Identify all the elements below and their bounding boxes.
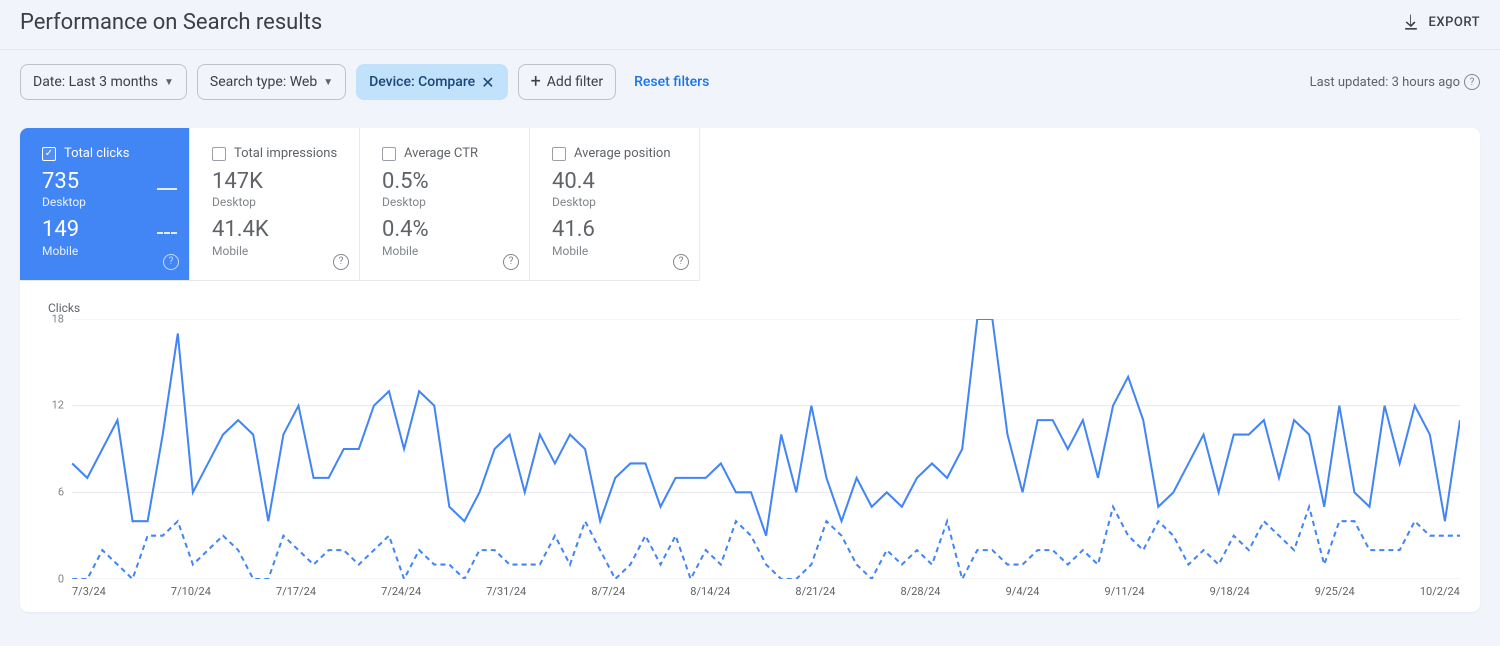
metric-value: 0.5%	[382, 169, 515, 195]
help-icon[interactable]: ?	[673, 254, 689, 270]
metric-tab[interactable]: Average CTR 0.5%Desktop 0.4%Mobile?	[360, 128, 530, 281]
chart-xtick: 9/25/24	[1315, 585, 1355, 598]
chart-xtick: 7/17/24	[276, 585, 316, 598]
metric-value: 0.4%	[382, 217, 515, 243]
metric-sublabel: Desktop	[552, 195, 685, 209]
reset-filters[interactable]: Reset filters	[634, 74, 709, 90]
filter-date[interactable]: Date: Last 3 months ▼	[20, 64, 187, 100]
filter-search-type[interactable]: Search type: Web ▼	[197, 64, 346, 100]
chart-ytick: 12	[44, 399, 64, 412]
chart-xtick: 8/21/24	[795, 585, 835, 598]
metric-tab[interactable]: Total clicks 735Desktop 149Mobile?	[20, 128, 190, 281]
metric-sublabel: Mobile	[382, 244, 515, 258]
metric-tab[interactable]: Average position 40.4Desktop 41.6Mobile?	[530, 128, 700, 281]
metric-sublabel: Desktop	[42, 195, 175, 209]
metric-value: 149	[42, 217, 175, 243]
checkbox-icon	[382, 147, 396, 161]
metrics-row: Total clicks735Desktop149Mobile?Total im…	[20, 128, 1480, 281]
metric-label: Average CTR	[404, 146, 478, 161]
checkbox-icon	[42, 147, 56, 161]
chart-xtick: 7/3/24	[72, 585, 106, 598]
checkbox-icon	[212, 147, 226, 161]
chart-series-mobile	[72, 507, 1460, 579]
chart-ytick: 0	[44, 572, 64, 585]
last-updated: Last updated: 3 hours ago ?	[1310, 74, 1480, 90]
chart-xtick: 7/31/24	[486, 585, 526, 598]
metric-value: 735	[42, 169, 175, 195]
chart-xtick: 7/10/24	[171, 585, 211, 598]
filters-group: Date: Last 3 months ▼ Search type: Web ▼…	[20, 64, 709, 100]
filters-row: Date: Last 3 months ▼ Search type: Web ▼…	[0, 50, 1500, 104]
chart-xtick: 9/11/24	[1105, 585, 1145, 598]
metric-value: 147K	[212, 169, 345, 195]
filter-device[interactable]: Device: Compare ✕	[356, 64, 507, 100]
export-label: EXPORT	[1429, 15, 1480, 30]
metric-value: 41.4K	[212, 217, 345, 243]
metric-sublabel: Mobile	[42, 244, 175, 258]
chart-series-desktop	[72, 319, 1460, 536]
metric-sublabel: Desktop	[382, 195, 515, 209]
metric-value: 41.6	[552, 217, 685, 243]
chart-ylabel: Clicks	[48, 301, 1460, 315]
plus-icon: +	[531, 73, 541, 91]
chart-canvas: 061218	[48, 319, 1460, 579]
close-icon[interactable]: ✕	[481, 73, 494, 92]
caret-down-icon: ▼	[323, 77, 333, 88]
chart-xtick: 9/4/24	[1006, 585, 1040, 598]
main-card: Total clicks735Desktop149Mobile?Total im…	[20, 128, 1480, 612]
add-filter-button[interactable]: + Add filter	[518, 64, 617, 100]
metric-label: Total impressions	[234, 146, 337, 161]
caret-down-icon: ▼	[164, 77, 174, 88]
metric-sublabel: Mobile	[552, 244, 685, 258]
download-icon	[1401, 13, 1421, 33]
chart-xtick: 8/14/24	[690, 585, 730, 598]
page-title: Performance on Search results	[20, 10, 322, 35]
chart-xtick: 8/28/24	[901, 585, 941, 598]
chart-xtick: 10/2/24	[1420, 585, 1460, 598]
chart-ytick: 6	[44, 486, 64, 499]
metric-label: Average position	[574, 146, 671, 161]
metric-label: Total clicks	[64, 146, 129, 161]
checkbox-icon	[552, 147, 566, 161]
help-icon[interactable]: ?	[333, 254, 349, 270]
chart-ytick: 18	[44, 312, 64, 325]
chart-xtick: 9/18/24	[1210, 585, 1250, 598]
export-button[interactable]: EXPORT	[1401, 13, 1480, 33]
metric-sublabel: Mobile	[212, 244, 345, 258]
metric-value: 40.4	[552, 169, 685, 195]
chart-xtick: 7/24/24	[381, 585, 421, 598]
help-icon[interactable]: ?	[1464, 74, 1480, 90]
chart-xtick: 8/7/24	[591, 585, 625, 598]
metric-tab[interactable]: Total impressions 147KDesktop 41.4KMobile?	[190, 128, 360, 281]
chart-area: Clicks 061218 7/3/247/10/247/17/247/24/2…	[20, 281, 1480, 612]
help-icon[interactable]: ?	[163, 254, 179, 270]
page-header: Performance on Search results EXPORT	[0, 0, 1500, 50]
metric-sublabel: Desktop	[212, 195, 345, 209]
help-icon[interactable]: ?	[503, 254, 519, 270]
